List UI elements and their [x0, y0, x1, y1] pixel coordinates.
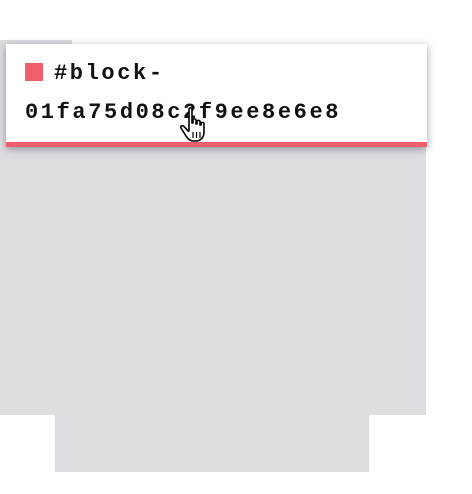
block-color-swatch — [25, 63, 43, 81]
block-id-prefix: #block- — [54, 61, 165, 86]
block-label-card[interactable]: #block- 01fa75d08c2f9ee8e6e8 — [6, 44, 427, 147]
background-footer-panel — [55, 415, 369, 472]
background-panel — [0, 100, 426, 415]
page: #block- 01fa75d08c2f9ee8e6e8 — [0, 0, 472, 494]
hand-pointer-icon — [179, 107, 205, 142]
